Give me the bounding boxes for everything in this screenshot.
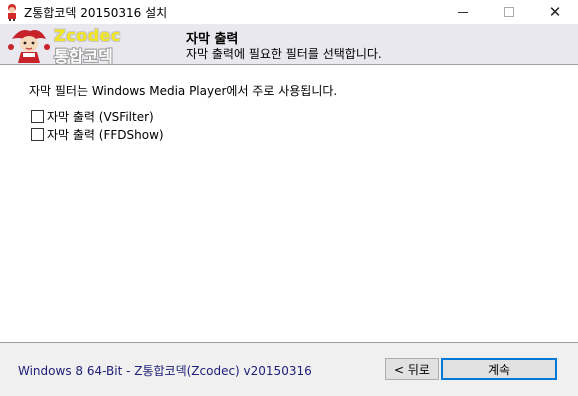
maximize-icon	[504, 7, 514, 17]
minimize-button[interactable]	[440, 0, 486, 24]
option-ffdshow[interactable]: 자막 출력 (FFDShow)	[31, 126, 164, 142]
vsfilter-label[interactable]: 자막 출력 (VSFilter)	[47, 108, 154, 125]
version-info: Windows 8 64-Bit - Z통합코덱(Zcodec) v201503…	[18, 364, 312, 378]
close-icon: ✕	[548, 3, 562, 21]
continue-button[interactable]: 계속	[441, 358, 557, 380]
zcodec-logo: Zcodec 통합코덱	[6, 25, 130, 66]
footer: Windows 8 64-Bit - Z통합코덱(Zcodec) v201503…	[0, 343, 578, 396]
maximize-button[interactable]	[486, 0, 532, 24]
header-banner: Zcodec 통합코덱 자막 출력 자막 출력에 필요한 필터를 선택합니다.	[0, 24, 578, 66]
ffdshow-checkbox[interactable]	[31, 127, 44, 141]
close-button[interactable]: ✕	[532, 0, 578, 24]
mascot-icon	[8, 30, 50, 63]
back-button[interactable]: < 뒤로	[385, 358, 439, 380]
title-bar: Z통합코덱 20150316 설치 ✕	[0, 0, 578, 24]
vsfilter-checkbox[interactable]	[31, 109, 44, 123]
page-subtitle: 자막 출력에 필요한 필터를 선택합니다.	[186, 47, 382, 61]
content-area: 자막 필터는 Windows Media Player에서 주로 사용됩니다. …	[0, 66, 578, 342]
filter-description: 자막 필터는 Windows Media Player에서 주로 사용됩니다.	[29, 84, 338, 98]
window-title: Z통합코덱 20150316 설치	[24, 6, 168, 20]
app-icon	[8, 4, 16, 21]
minimize-icon	[458, 11, 468, 13]
ffdshow-label[interactable]: 자막 출력 (FFDShow)	[47, 126, 164, 143]
option-vsfilter[interactable]: 자막 출력 (VSFilter)	[31, 108, 154, 124]
